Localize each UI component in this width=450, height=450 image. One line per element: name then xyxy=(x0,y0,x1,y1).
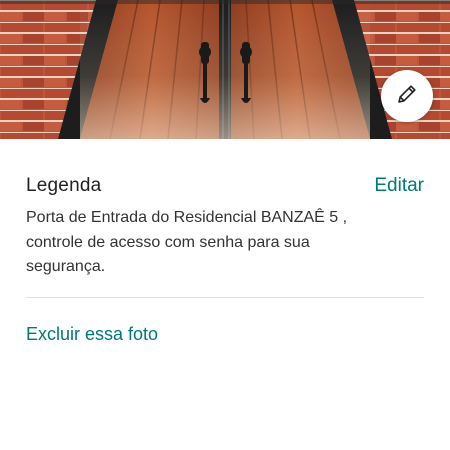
delete-photo-link[interactable]: Excluir essa foto xyxy=(26,324,158,345)
edit-caption-link[interactable]: Editar xyxy=(374,175,424,197)
caption-title: Legenda xyxy=(26,175,102,196)
photo[interactable] xyxy=(0,0,450,139)
edit-photo-button[interactable] xyxy=(381,70,433,122)
gate-photo-illustration xyxy=(0,0,450,139)
pencil-icon xyxy=(395,82,419,111)
caption-text: Porta de Entrada do Residencial BANZAÊ 5… xyxy=(26,209,348,275)
photo-detail-page: Legenda Editar Porta de Entrada do Resid… xyxy=(0,0,450,450)
divider xyxy=(26,297,424,298)
caption-header: Legenda Editar xyxy=(26,172,424,200)
